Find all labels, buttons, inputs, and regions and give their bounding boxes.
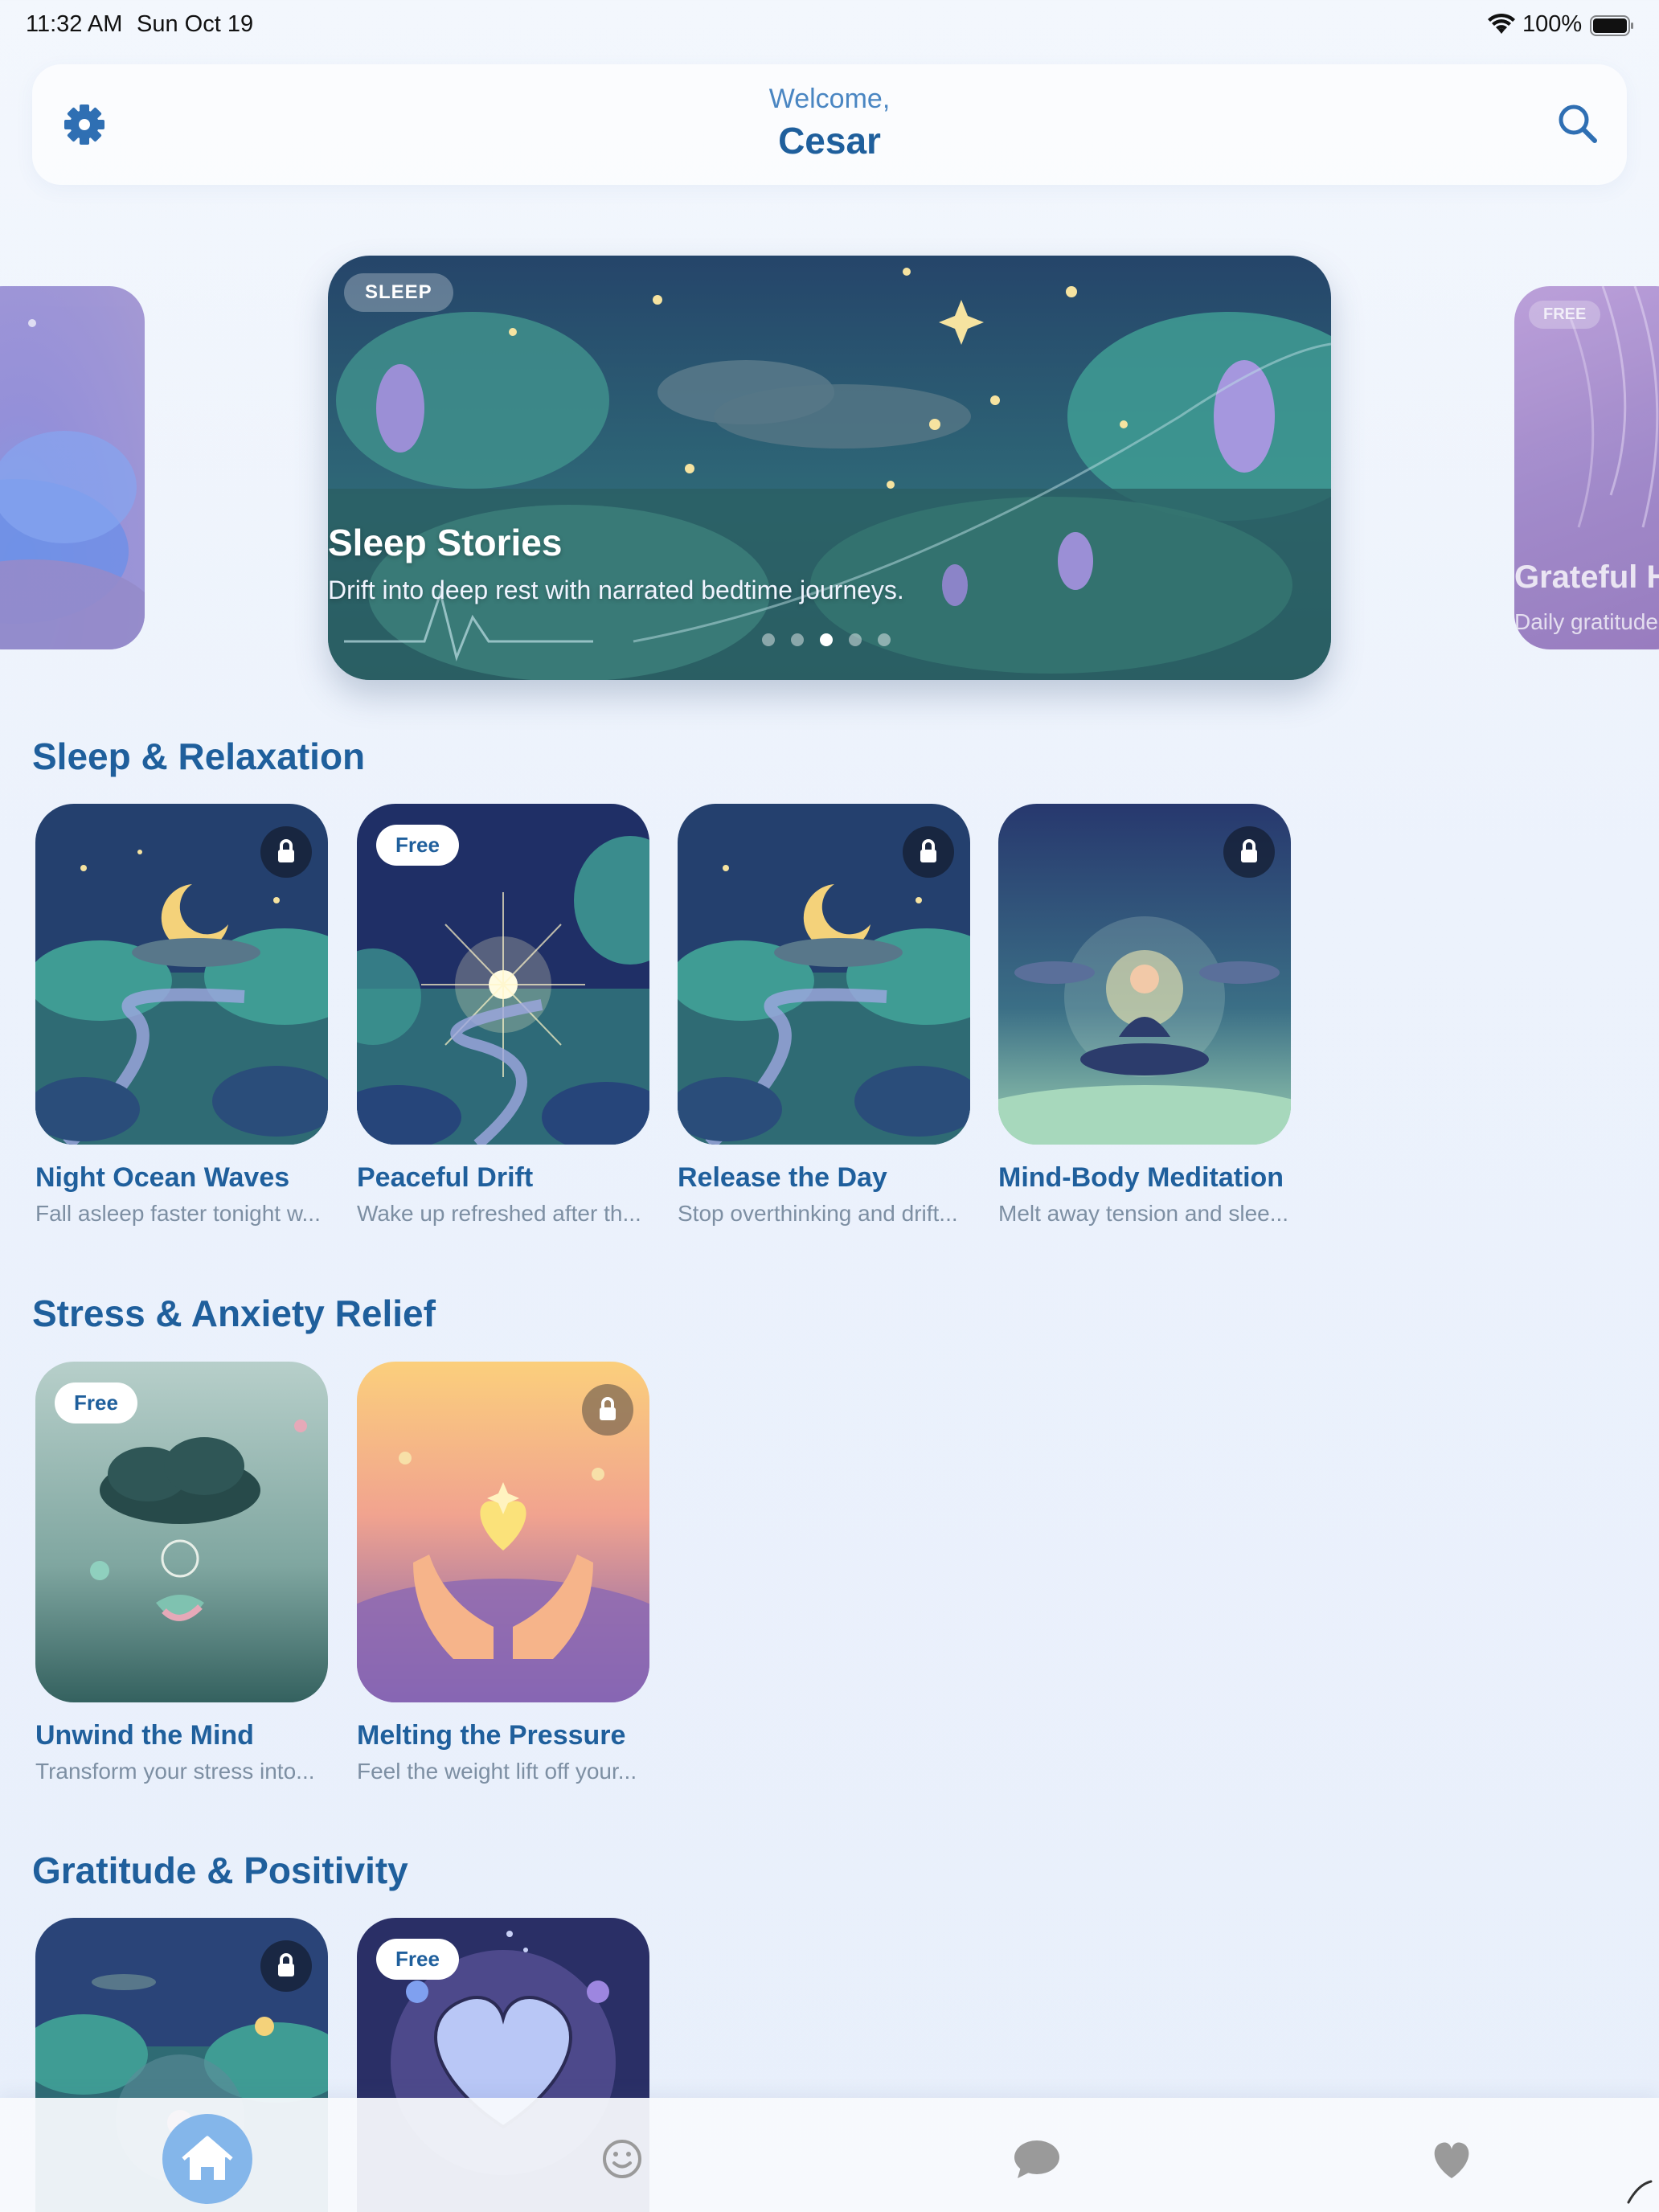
tile-title: Melting the Pressure xyxy=(357,1720,626,1751)
hero-subtitle: Drift into deep rest with narrated bedti… xyxy=(328,576,904,604)
tile-subtitle: Melt away tension and slee... xyxy=(998,1201,1289,1226)
tile-title: Night Ocean Waves xyxy=(35,1162,290,1193)
tile-subtitle: Fall asleep faster tonight w... xyxy=(35,1201,321,1226)
featured-carousel[interactable]: SLEEP Sleep Stories Drift into deep rest… xyxy=(0,241,1659,691)
resize-handle-icon[interactable] xyxy=(1625,2177,1654,2206)
tile-subtitle: Stop overthinking and drift... xyxy=(678,1201,958,1226)
tile-subtitle: Transform your stress into... xyxy=(35,1759,315,1784)
tile-title: Mind-Body Meditation xyxy=(998,1162,1284,1193)
battery-percentage: 100% xyxy=(1522,11,1583,37)
lock-icon xyxy=(903,826,954,878)
tab-favorites[interactable] xyxy=(1407,2114,1497,2204)
heart-icon xyxy=(1434,2142,1469,2178)
tab-home[interactable] xyxy=(162,2114,252,2204)
status-time: 11:32 AM xyxy=(26,11,123,37)
page-dot-3[interactable] xyxy=(820,633,833,646)
tab-chat[interactable] xyxy=(992,2114,1082,2204)
tile-title: Unwind the Mind xyxy=(35,1720,254,1751)
battery-icon xyxy=(1590,14,1635,37)
tile-title: Release the Day xyxy=(678,1162,887,1193)
carousel-card-sleep-stories[interactable]: SLEEP Sleep Stories Drift into deep rest… xyxy=(328,256,1331,680)
page-dot-1[interactable] xyxy=(762,633,775,646)
search-icon[interactable] xyxy=(1555,101,1600,146)
free-badge: Free xyxy=(376,1939,459,1980)
page-dot-2[interactable] xyxy=(791,633,804,646)
section-title-sleep-relaxation: Sleep & Relaxation xyxy=(32,735,366,777)
wifi-icon xyxy=(1487,13,1516,37)
next-card-subtitle: Daily gratitude xyxy=(1514,609,1658,634)
user-name: Cesar xyxy=(778,120,881,162)
tab-bar xyxy=(0,2098,1659,2212)
lock-icon xyxy=(582,1384,633,1436)
section-title-stress-anxiety-relief: Stress & Anxiety Relief xyxy=(32,1292,436,1334)
page-dot-4[interactable] xyxy=(849,633,862,646)
status-date: Sun Oct 19 xyxy=(137,11,254,37)
tile-subtitle: Feel the weight lift off your... xyxy=(357,1759,637,1784)
lock-icon xyxy=(260,1940,312,1992)
page-dot-5[interactable] xyxy=(878,633,891,646)
free-badge: Free xyxy=(376,825,459,866)
tile-subtitle: Wake up refreshed after th... xyxy=(357,1201,641,1226)
category-badge: SLEEP xyxy=(344,273,453,312)
next-card-title: Grateful H xyxy=(1514,559,1659,595)
free-badge: Free xyxy=(55,1382,137,1423)
welcome-text: Welcome, xyxy=(768,84,891,114)
header: Welcome, Cesar xyxy=(32,64,1627,185)
home-icon xyxy=(182,2136,233,2180)
chat-bubble-icon xyxy=(1014,2140,1059,2178)
carousel-card-previous[interactable] xyxy=(0,286,145,649)
smiley-icon xyxy=(603,2140,641,2178)
page-indicator xyxy=(762,633,907,648)
tab-mood[interactable] xyxy=(577,2114,667,2204)
next-card-badge: FREE xyxy=(1529,301,1601,329)
carousel-card-next[interactable]: FREE Grateful H Daily gratitude xyxy=(1514,286,1659,649)
hero-title: Sleep Stories xyxy=(328,522,563,563)
section-title-gratitude-positivity: Gratitude & Positivity xyxy=(32,1849,408,1891)
lock-icon xyxy=(260,826,312,878)
status-bar: 11:32 AM Sun Oct 19 100% xyxy=(0,0,1659,51)
tile-title: Peaceful Drift xyxy=(357,1162,534,1193)
lock-icon xyxy=(1223,826,1275,878)
